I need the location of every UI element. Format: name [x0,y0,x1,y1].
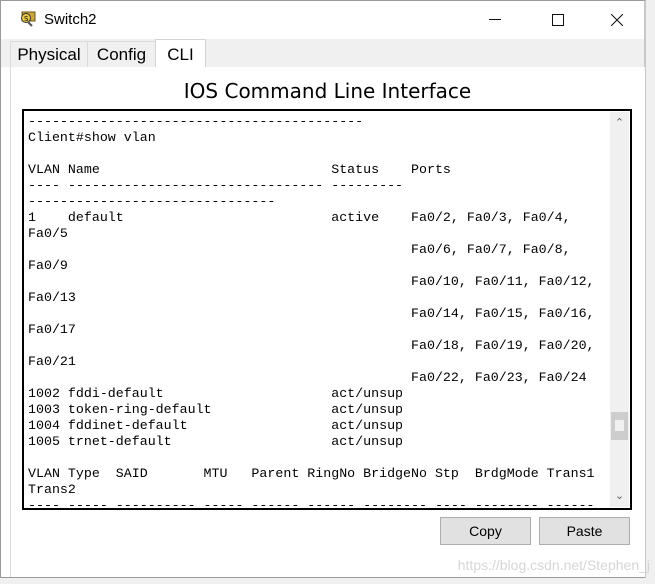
terminal-line: Fa0/22, Fa0/23, Fa0/24 [411,370,587,385]
terminal-line: 1005 trnet-default act/unsup [28,434,404,449]
terminal-line: ---- -------------------------------- --… [28,178,404,193]
terminal-line: Trans2 [28,482,76,497]
scroll-down-icon[interactable]: ⌄ [610,487,629,505]
maximize-icon [552,14,564,26]
title-bar: S Switch2 [1,1,644,39]
tab-config[interactable]: Config [87,41,156,68]
switch-device-icon: S [21,11,36,27]
terminal-line: Fa0/18, Fa0/19, Fa0/20, [411,338,595,353]
terminal-line: Client#show vlan [28,130,156,145]
terminal-output[interactable]: ----------------------------------------… [28,114,595,510]
terminal-line: Fa0/6, Fa0/7, Fa0/8, [411,242,571,257]
maximize-button[interactable] [535,7,581,33]
terminal-line: Fa0/14, Fa0/15, Fa0/16, [411,306,595,321]
tab-bar: Physical Config CLI [1,39,644,69]
page-title: IOS Command Line Interface [183,79,472,103]
tab-cli[interactable]: CLI [155,39,206,69]
terminal-line: Fa0/21 [28,354,76,369]
terminal-line: Fa0/9 [28,258,68,273]
terminal-line: Fa0/10, Fa0/11, Fa0/12, [411,274,595,289]
terminal-line: Fa0/5 [28,226,68,241]
terminal-line: ----------------------------------------… [28,114,364,129]
terminal-line: VLAN Type SAID MTU Parent RingNo BridgeN… [28,466,595,481]
cli-terminal[interactable]: ----------------------------------------… [22,109,632,510]
window-title: Switch2 [44,11,97,28]
minimize-icon [489,19,501,20]
terminal-line: ------------------------------- [28,194,276,209]
tab-physical[interactable]: Physical [10,41,88,68]
terminal-line: 1002 fddi-default act/unsup [28,386,404,401]
terminal-line: Fa0/17 [28,322,76,337]
terminal-line: VLAN Name Status Ports [28,162,451,177]
minimize-button[interactable] [472,7,518,33]
terminal-line: 1004 fddinet-default act/unsup [28,418,404,433]
terminal-line: 1003 token-ring-default act/unsup [28,402,404,417]
close-button[interactable] [594,7,640,33]
paste-button[interactable]: Paste [539,517,630,545]
copy-button[interactable]: Copy [440,517,531,545]
terminal-line: ---- ----- ---------- ----- ------ -----… [28,498,595,510]
watermark: https://blog.csdn.net/Stephen_j [457,557,650,573]
terminal-line: Fa0/13 [28,290,76,305]
scroll-up-icon[interactable]: ⌃ [610,114,629,132]
close-icon [611,14,623,26]
terminal-line: 1 default active Fa0/2, Fa0/3, Fa0/4, [28,210,571,225]
scrollbar-thumb[interactable] [611,412,628,440]
terminal-scrollbar[interactable]: ⌃ ⌄ [610,112,629,507]
